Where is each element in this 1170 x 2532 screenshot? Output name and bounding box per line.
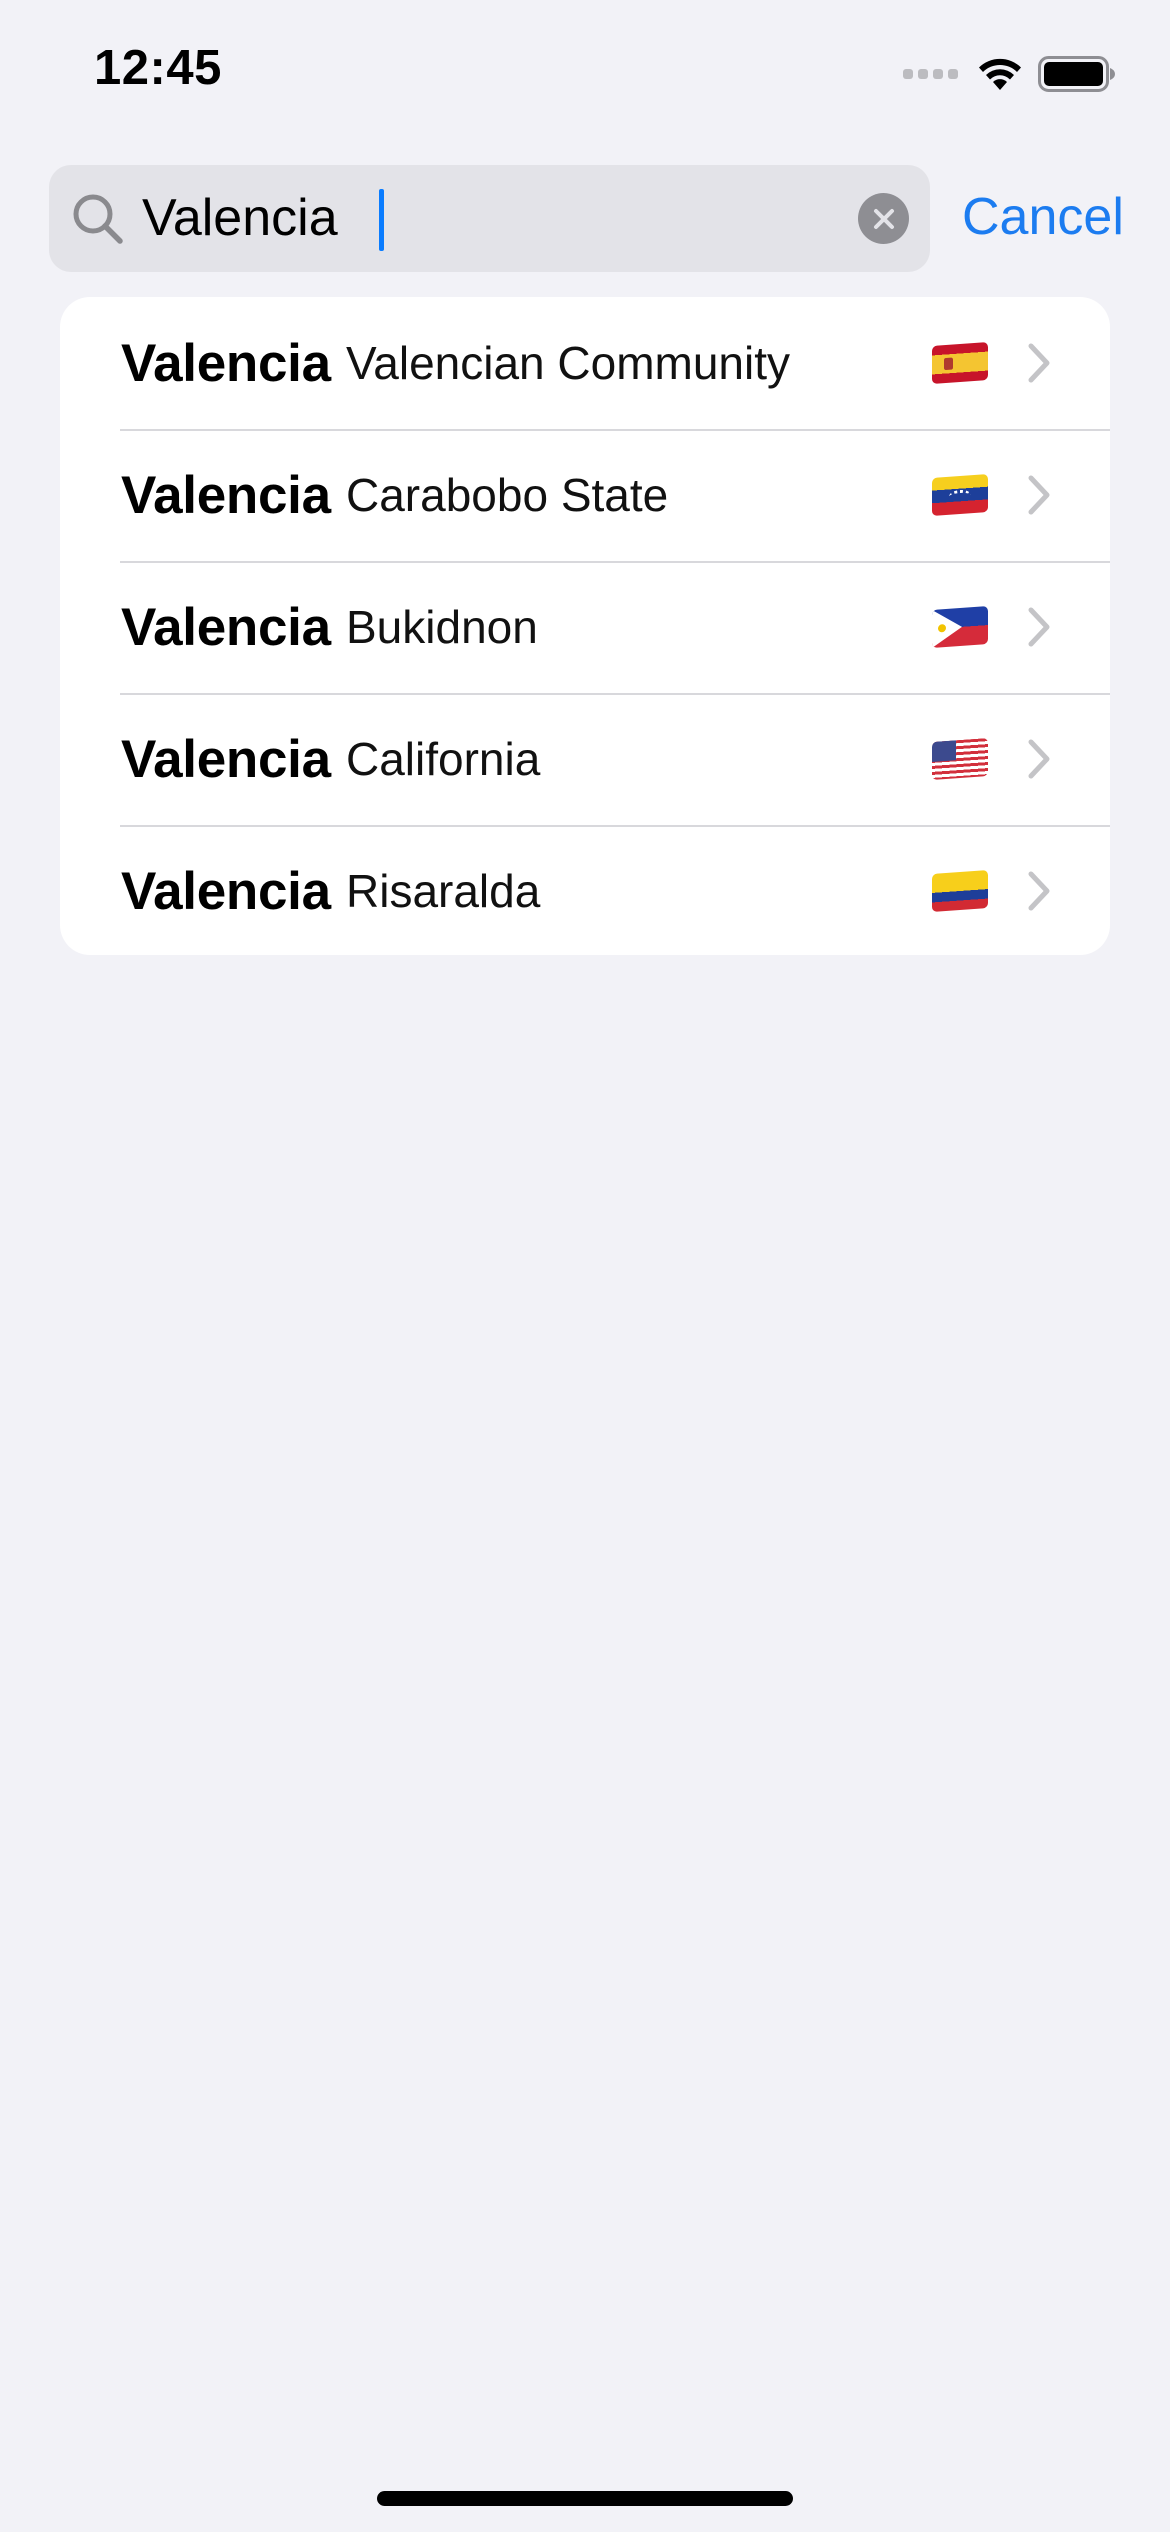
chevron-right-icon [1028, 607, 1050, 647]
search-results-list: Valencia Valencian Community Valencia Ca… [60, 297, 1110, 955]
result-region: Carabobo State [346, 469, 669, 521]
united-states-flag-icon [932, 738, 988, 780]
status-icons [903, 50, 1116, 98]
clear-icon [873, 208, 894, 229]
search-input[interactable] [142, 165, 882, 272]
result-region: California [346, 733, 541, 785]
cellular-signal-icon [903, 69, 958, 79]
colombia-flag-icon [932, 870, 988, 912]
result-city: Valencia [121, 465, 331, 525]
chevron-right-icon [1028, 871, 1050, 911]
battery-icon [1038, 56, 1115, 92]
chevron-right-icon [1028, 343, 1050, 383]
result-row-valencian-community[interactable]: Valencia Valencian Community [60, 297, 1110, 429]
result-city: Valencia [121, 333, 331, 393]
search-icon [73, 194, 123, 244]
result-region: Risaralda [346, 865, 541, 917]
result-city: Valencia [121, 861, 331, 921]
status-bar: 12:45 [0, 0, 1170, 150]
venezuela-flag-icon [932, 474, 988, 516]
spain-flag-icon [932, 342, 988, 384]
result-region: Valencian Community [346, 337, 791, 389]
text-cursor [379, 189, 384, 251]
result-row-california[interactable]: Valencia California [60, 693, 1110, 825]
result-city: Valencia [121, 729, 331, 789]
result-row-risaralda[interactable]: Valencia Risaralda [60, 825, 1110, 955]
chevron-right-icon [1028, 475, 1050, 515]
result-row-bukidnon[interactable]: Valencia Bukidnon [60, 561, 1110, 693]
result-region: Bukidnon [346, 601, 538, 653]
clear-text-button[interactable] [858, 193, 909, 244]
philippines-flag-icon [932, 606, 988, 648]
cancel-button[interactable]: Cancel [962, 182, 1124, 252]
home-indicator[interactable] [377, 2491, 793, 2506]
wifi-icon [979, 58, 1021, 90]
result-city: Valencia [121, 597, 331, 657]
chevron-right-icon [1028, 739, 1050, 779]
status-time: 12:45 [94, 41, 222, 95]
result-row-carabobo-state[interactable]: Valencia Carabobo State [60, 429, 1110, 561]
search-field[interactable] [49, 165, 930, 272]
